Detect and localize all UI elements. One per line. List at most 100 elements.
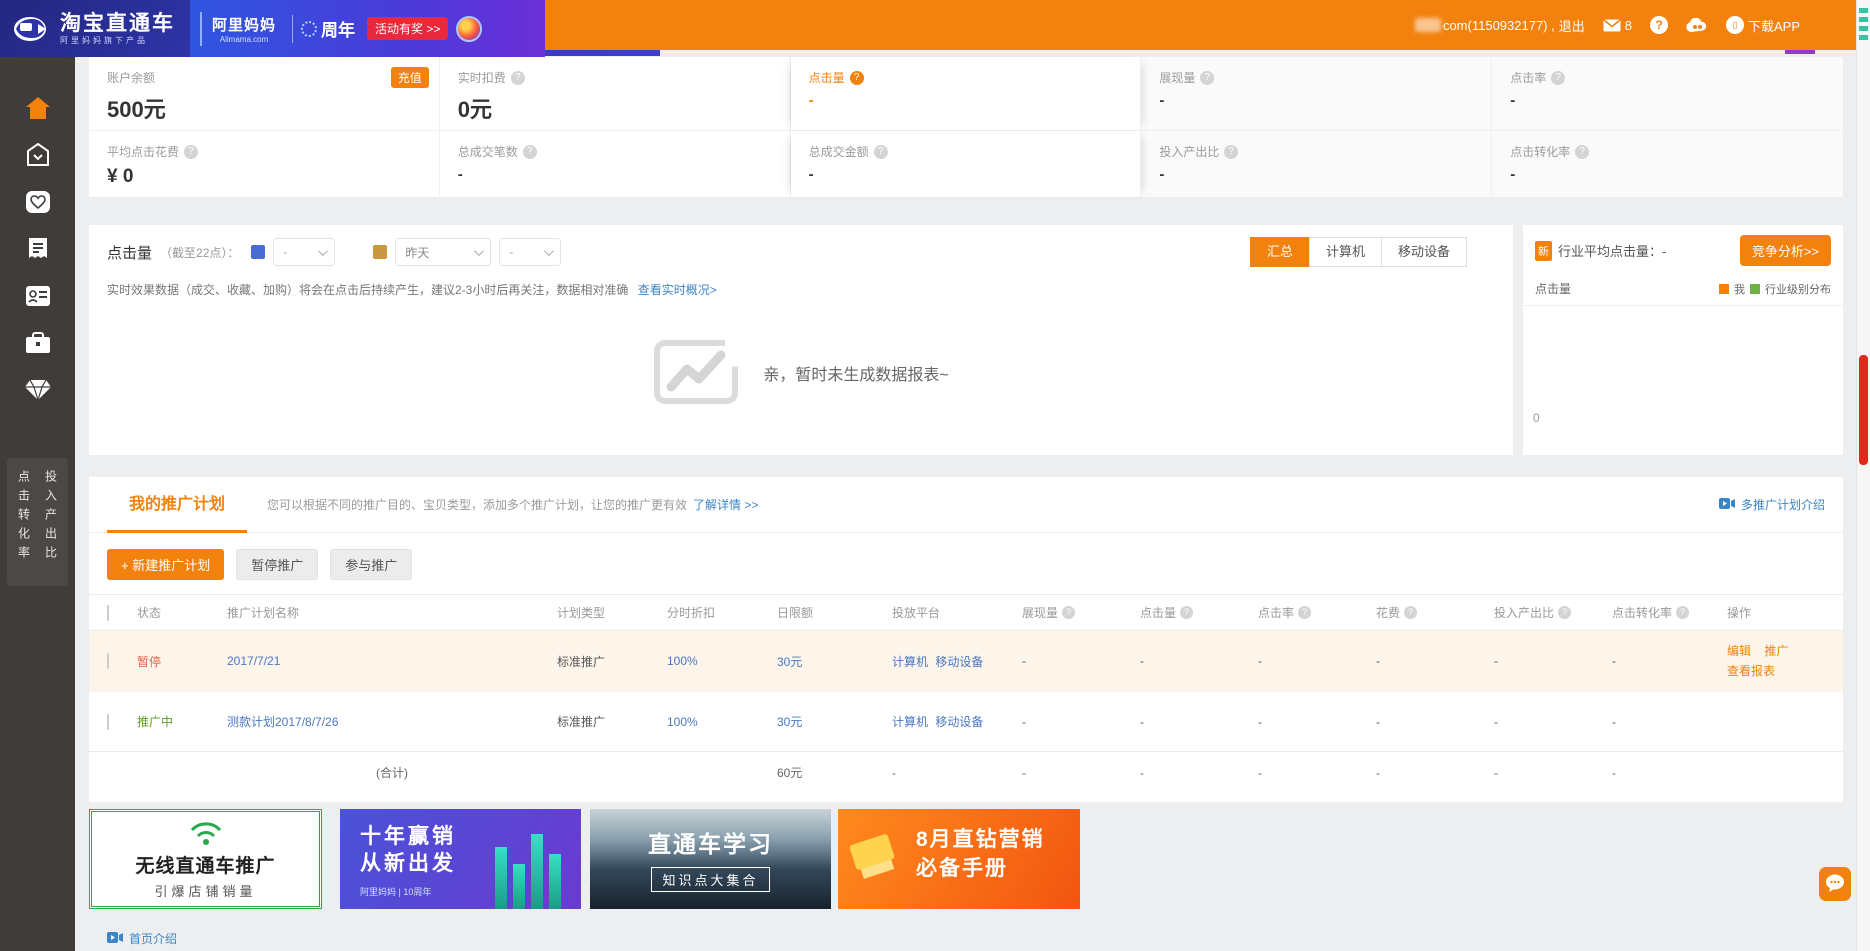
platform-mobile-link[interactable]: 移动设备 <box>935 655 983 669</box>
help-question-icon[interactable]: ? <box>1650 16 1668 34</box>
banner-subtitle: 知识点大集合 <box>651 867 769 892</box>
festival-badge-icon <box>456 16 482 42</box>
platform-mobile-link[interactable]: 移动设备 <box>935 715 983 729</box>
new-campaign-button[interactable]: + 新建推广计划 <box>107 549 224 580</box>
promo-banner-learning[interactable]: 直通车学习 知识点大集合 <box>590 809 831 909</box>
page-scrollbar[interactable] <box>1856 0 1870 951</box>
realtime-overview-link[interactable]: 查看实时概况> <box>638 283 717 297</box>
stat-impressions[interactable]: 展现量 - <box>1141 57 1492 131</box>
join-promotion-button[interactable]: 参与推广 <box>330 549 412 580</box>
daily-limit-link[interactable]: 30元 <box>777 655 802 669</box>
help-icon[interactable] <box>1298 606 1311 619</box>
help-icon[interactable] <box>1062 606 1075 619</box>
logout-link[interactable]: 退出 <box>1559 16 1585 35</box>
clicks-chart-panel: 点击量 （截至22点）： - 昨天 - 汇总 计算机 移动设备 实时效果数据（成… <box>89 225 1513 455</box>
sidebar-item-shop[interactable] <box>23 142 53 168</box>
left-sidebar: 点击转化率 投入产出比 <box>0 50 75 951</box>
sidebar-item-account-card[interactable] <box>23 283 53 309</box>
stat-ctr-label: 点击率 <box>1510 69 1546 86</box>
customer-service-chat-button[interactable] <box>1819 867 1851 901</box>
cloud-icon[interactable] <box>1686 18 1708 33</box>
phone-icon: ▯ <box>1726 16 1744 34</box>
cell-clicks: - <box>1140 715 1258 729</box>
homepage-intro-link[interactable]: 首页介绍 <box>129 930 177 947</box>
app-logo[interactable]: 淘宝直通车 阿里妈妈旗下产品 <box>0 0 190 57</box>
campaign-name-link[interactable]: 2017/7/21 <box>227 654 280 668</box>
stat-total-orders-value: - <box>458 166 790 183</box>
status-badge: 暂停 <box>137 653 227 670</box>
mail-count: 8 <box>1625 18 1632 33</box>
date-dropdown[interactable]: 昨天 <box>395 238 491 266</box>
multi-campaign-intro-link[interactable]: 多推广计划介绍 <box>1741 496 1825 513</box>
learn-more-link[interactable]: 了解详情 >> <box>693 496 758 513</box>
promo-banner-wireless[interactable]: 无线直通车推广 引爆店铺销量 <box>89 809 322 909</box>
total-daily-limit: 60元 <box>777 764 892 781</box>
col-impressions: 展现量 <box>1022 604 1058 621</box>
help-icon[interactable] <box>184 145 198 159</box>
total-impressions: - <box>1022 766 1140 780</box>
help-icon[interactable] <box>1180 606 1193 619</box>
help-icon[interactable] <box>850 71 864 85</box>
sidebar-item-favorites[interactable] <box>23 189 53 215</box>
metric-dropdown-1[interactable]: - <box>273 238 335 266</box>
tab-mobile[interactable]: 移动设备 <box>1381 237 1467 267</box>
scrollbar-thumb[interactable] <box>1859 355 1868 465</box>
mail-widget[interactable]: 8 <box>1603 18 1632 33</box>
promote-link[interactable]: 推广 <box>1764 644 1788 658</box>
total-cost: - <box>1376 766 1494 780</box>
activity-tag[interactable]: 活动有奖 >> <box>367 17 448 40</box>
new-badge: 新 <box>1535 241 1552 261</box>
banner-brand: 阿里妈妈 | 10周年 <box>360 885 581 898</box>
axis-zero-label: 0 <box>1533 411 1540 425</box>
sidebar-item-tools[interactable] <box>23 330 53 356</box>
receipt-icon <box>26 237 50 261</box>
platform-computer-link[interactable]: 计算机 <box>892 715 928 729</box>
metric-dropdown-2[interactable]: - <box>499 238 561 266</box>
stat-clicks[interactable]: 点击量 - <box>791 57 1142 131</box>
help-icon[interactable] <box>1224 145 1238 159</box>
sidebar-item-home[interactable] <box>23 95 53 121</box>
campaign-name-link[interactable]: 测款计划2017/8/7/26 <box>227 715 338 729</box>
help-icon[interactable] <box>1676 606 1689 619</box>
cell-click-conversion: - <box>1612 654 1727 668</box>
discount-link[interactable]: 100% <box>667 654 698 668</box>
help-icon[interactable] <box>1200 71 1214 85</box>
help-icon[interactable] <box>523 145 537 159</box>
total-ctr: - <box>1258 766 1376 780</box>
tab-summary[interactable]: 汇总 <box>1250 237 1310 267</box>
my-campaigns-panel: 我的推广计划 您可以根据不同的推广目的、宝贝类型，添加多个推广计划，让您的推广更… <box>89 477 1843 802</box>
help-icon[interactable] <box>1575 145 1589 159</box>
help-icon[interactable] <box>1404 606 1417 619</box>
tab-computer[interactable]: 计算机 <box>1309 237 1382 267</box>
banner-title: 直通车学习 <box>590 825 831 859</box>
anniversary-label: 周年 <box>301 16 355 41</box>
sidebar-metric-panel[interactable]: 点击转化率 投入产出比 <box>7 458 68 586</box>
anniversary-banner[interactable]: 阿里妈妈 Alimama.com 周年 活动有奖 >> <box>190 0 545 57</box>
download-app[interactable]: ▯ 下载APP <box>1726 16 1800 35</box>
row-checkbox[interactable] <box>107 714 109 730</box>
alimama-brand-en: Alimama.com <box>212 35 276 44</box>
edit-link[interactable]: 编辑 <box>1727 644 1751 658</box>
tab-my-campaigns[interactable]: 我的推广计划 <box>107 477 247 533</box>
daily-limit-link[interactable]: 30元 <box>777 715 802 729</box>
campaign-type: 标准推广 <box>557 653 667 670</box>
pause-campaign-button[interactable]: 暂停推广 <box>236 549 318 580</box>
row-checkbox[interactable] <box>107 653 109 669</box>
help-icon[interactable] <box>1551 71 1565 85</box>
select-all-checkbox[interactable] <box>107 605 109 621</box>
sidebar-item-gem[interactable] <box>23 377 53 403</box>
sidebar-item-reports[interactable] <box>23 236 53 262</box>
download-app-label: 下载APP <box>1748 16 1800 35</box>
help-icon[interactable] <box>1558 606 1571 619</box>
promo-banner-anniversary[interactable]: 十年赢销 从新出发 阿里妈妈 | 10周年 <box>340 809 581 909</box>
view-report-link[interactable]: 查看报表 <box>1727 664 1775 678</box>
help-icon[interactable] <box>511 71 525 85</box>
stat-ctr[interactable]: 点击率 - <box>1492 57 1843 131</box>
competition-analysis-button[interactable]: 竞争分析>> <box>1740 235 1831 266</box>
recharge-button[interactable]: 充值 <box>391 67 429 88</box>
platform-computer-link[interactable]: 计算机 <box>892 655 928 669</box>
promo-banner-handbook[interactable]: 8月直钻营销 必备手册 <box>838 809 1080 909</box>
discount-link[interactable]: 100% <box>667 715 698 729</box>
help-icon[interactable] <box>874 145 888 159</box>
chart-title: 点击量 <box>107 242 152 263</box>
